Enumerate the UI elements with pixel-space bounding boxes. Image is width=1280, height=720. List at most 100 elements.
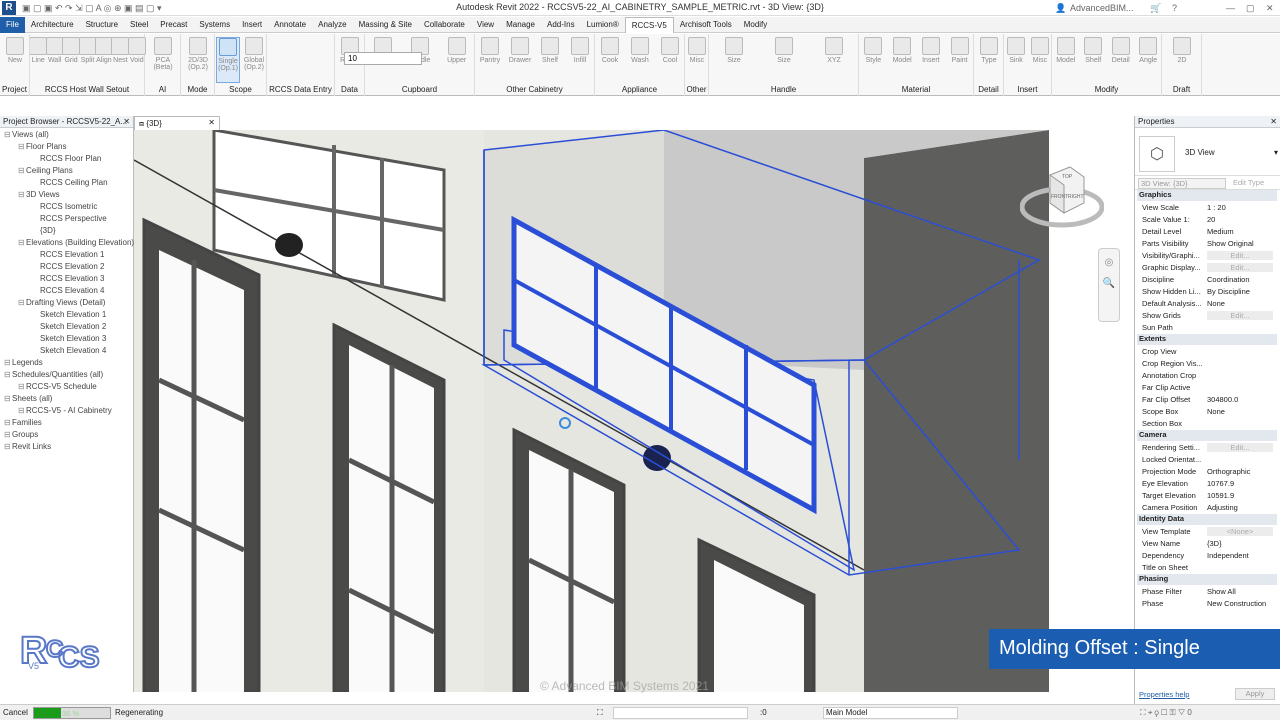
tree-item[interactable]: ⊟Ceiling Plans <box>18 166 73 175</box>
property-value[interactable]: Show Original <box>1207 239 1254 248</box>
tab-analyze[interactable]: Analyze <box>312 17 352 33</box>
property-value[interactable]: 10591.9 <box>1207 491 1234 500</box>
tab-insert[interactable]: Insert <box>236 17 268 33</box>
property-value[interactable]: 20 <box>1207 215 1215 224</box>
cancel-button[interactable]: Cancel <box>3 708 28 717</box>
property-value[interactable]: 10767.9 <box>1207 479 1234 488</box>
rccs-data-entry-input[interactable] <box>344 52 422 65</box>
tab-lumion-[interactable]: Lumion® <box>581 17 625 33</box>
property-row[interactable]: Parts Visibility Show Original <box>1137 238 1277 250</box>
tree-item[interactable]: RCCS Perspective <box>32 214 107 223</box>
worksharing-icon[interactable]: ⛶ <box>597 708 603 718</box>
cart-icon[interactable]: 🛒 <box>1150 3 1161 14</box>
property-value[interactable]: 304800.0 <box>1207 395 1238 404</box>
property-row[interactable]: Camera Position Adjusting <box>1137 502 1277 514</box>
ribbon-button-size[interactable]: Size <box>722 37 746 64</box>
tab-annotate[interactable]: Annotate <box>268 17 312 33</box>
expand-icon[interactable]: ⊟ <box>4 370 12 379</box>
workset-dropdown[interactable] <box>613 707 748 719</box>
ribbon-button-sink[interactable]: Sink <box>1004 37 1028 64</box>
tab-archisoft-tools[interactable]: Archisoft Tools <box>674 17 738 33</box>
ribbon-button-paint[interactable]: Paint <box>948 37 972 64</box>
tree-item[interactable]: Sketch Elevation 2 <box>32 322 106 331</box>
steering-wheel-icon[interactable]: ◎ <box>1099 257 1119 268</box>
tree-item[interactable]: {3D} <box>32 226 56 235</box>
tree-item[interactable]: Sketch Elevation 3 <box>32 334 106 343</box>
expand-icon[interactable]: ⊟ <box>18 166 26 175</box>
property-value[interactable]: None <box>1207 299 1225 308</box>
tree-item[interactable]: RCCS Elevation 4 <box>32 286 104 295</box>
property-row[interactable]: Scope Box None <box>1137 406 1277 418</box>
property-value[interactable]: Coordination <box>1207 275 1250 284</box>
tree-item[interactable]: ⊟Groups <box>4 430 38 439</box>
expand-icon[interactable]: ⊟ <box>18 382 26 391</box>
tab-collaborate[interactable]: Collaborate <box>418 17 471 33</box>
properties-help-link[interactable]: Properties help <box>1139 690 1189 699</box>
tree-item[interactable]: ⊟Sheets (all) <box>4 394 52 403</box>
close-icon[interactable]: ✕ <box>1270 117 1277 126</box>
tree-item[interactable]: RCCS Floor Plan <box>32 154 101 163</box>
tree-item[interactable]: ⊟Elevations (Building Elevation) <box>18 238 134 247</box>
property-value[interactable]: Edit... <box>1207 263 1273 272</box>
property-value[interactable]: Edit... <box>1207 443 1273 452</box>
tab-precast[interactable]: Precast <box>154 17 193 33</box>
ribbon-button-angle[interactable]: Angle <box>1136 37 1160 64</box>
tab-file[interactable]: File <box>0 16 25 33</box>
property-row[interactable]: Dependency Independent <box>1137 550 1277 562</box>
ribbon-button-shelf[interactable]: Shelf <box>1081 37 1105 64</box>
tab-architecture[interactable]: Architecture <box>25 17 80 33</box>
ribbon-button-style[interactable]: Style <box>861 37 885 64</box>
edit-type-button[interactable]: Edit Type <box>1233 178 1264 187</box>
tab-modify[interactable]: Modify <box>738 17 774 33</box>
property-row[interactable]: Crop View <box>1137 346 1277 358</box>
property-value[interactable]: <None> <box>1207 527 1273 536</box>
ribbon-button-detail[interactable]: Detail <box>1109 37 1133 64</box>
ribbon-button-size[interactable]: Size <box>772 37 796 64</box>
property-value[interactable]: Orthographic <box>1207 467 1250 476</box>
tree-item[interactable]: RCCS Elevation 3 <box>32 274 104 283</box>
tree-item[interactable]: ⊟Legends <box>4 358 43 367</box>
property-value[interactable]: Independent <box>1207 551 1249 560</box>
expand-icon[interactable]: ⊟ <box>4 358 12 367</box>
ribbon-button-void[interactable]: Void <box>125 37 149 64</box>
minimize-button[interactable]: — <box>1226 3 1235 13</box>
property-value[interactable]: 1 : 20 <box>1207 203 1226 212</box>
property-row[interactable]: View Scale 1 : 20 <box>1137 202 1277 214</box>
ribbon-button-model[interactable]: Model <box>1054 37 1078 64</box>
property-row[interactable]: Target Elevation 10591.9 <box>1137 490 1277 502</box>
ribbon-button-misc[interactable]: Misc <box>1028 37 1052 64</box>
tree-item[interactable]: RCCS Isometric <box>32 202 97 211</box>
property-row[interactable]: Discipline Coordination <box>1137 274 1277 286</box>
close-icon[interactable]: ✕ <box>123 117 130 126</box>
chevron-down-icon[interactable]: ▾ <box>1274 148 1278 157</box>
view-tab[interactable]: ⧈ {3D} ✕ <box>134 116 220 130</box>
property-section-header[interactable]: Camera <box>1137 430 1277 441</box>
property-row[interactable]: Scale Value 1: 20 <box>1137 214 1277 226</box>
property-row[interactable]: Locked Orientat... <box>1137 454 1277 466</box>
ribbon-button-type[interactable]: Type <box>977 37 1001 64</box>
tree-item[interactable]: RCCS Elevation 2 <box>32 262 104 271</box>
property-row[interactable]: Visibility/Graphi... Edit... <box>1137 250 1277 262</box>
user-icon[interactable]: 👤 <box>1055 3 1066 14</box>
property-row[interactable]: Detail Level Medium <box>1137 226 1277 238</box>
ribbon-button-2d[interactable]: 2D <box>1170 37 1194 64</box>
ribbon-button-cook[interactable]: Cook <box>598 37 622 64</box>
expand-icon[interactable]: ⊟ <box>18 190 26 199</box>
ribbon-button-shelf[interactable]: Shelf <box>538 37 562 64</box>
view-cube[interactable]: FRONT RIGHT TOP <box>1019 165 1105 235</box>
instance-selector[interactable]: 3D View: {3D} <box>1138 178 1226 189</box>
type-selector[interactable]: ⬡ 3D View ▾ <box>1135 128 1280 176</box>
ribbon-button-2d-3d-op-2-[interactable]: 2D/3D (Op.2) <box>186 37 210 71</box>
property-row[interactable]: Title on Sheet <box>1137 562 1277 574</box>
tree-item[interactable]: Sketch Elevation 1 <box>32 310 106 319</box>
maximize-button[interactable]: ▢ <box>1246 3 1255 14</box>
tab-add-ins[interactable]: Add-Ins <box>541 17 581 33</box>
tree-item[interactable]: ⊟Schedules/Quantities (all) <box>4 370 103 379</box>
property-row[interactable]: View Name {3D} <box>1137 538 1277 550</box>
property-row[interactable]: Section Box <box>1137 418 1277 430</box>
property-section-header[interactable]: Extents <box>1137 334 1277 345</box>
ribbon-button-pca-beta-[interactable]: PCA (Beta) <box>151 37 175 71</box>
ribbon-button-xyz[interactable]: XYZ <box>822 37 846 64</box>
ribbon-button-insert[interactable]: Insert <box>919 37 943 64</box>
tree-item[interactable]: ⊟Views (all) <box>4 130 49 139</box>
